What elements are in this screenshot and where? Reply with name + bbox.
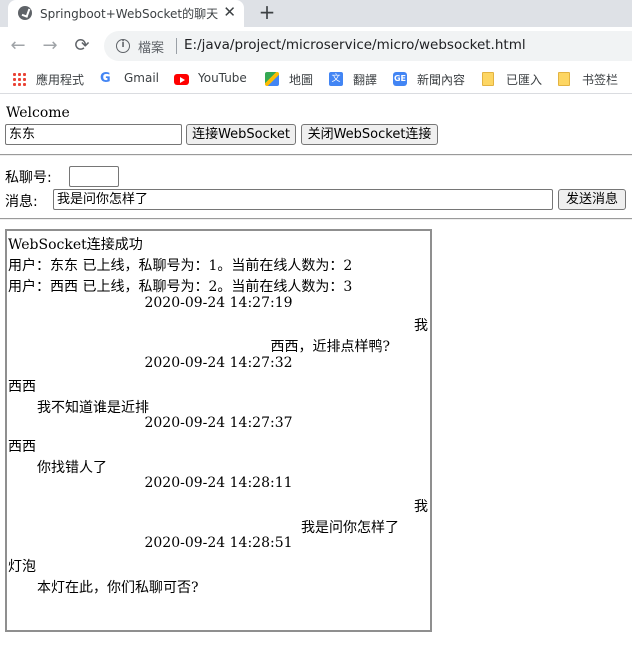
bookmark-label: Gmail [124, 71, 160, 85]
maps-icon [265, 72, 279, 86]
page-content: Welcome 东东 连接WebSocket 关闭WebSocket连接 私聊号… [0, 96, 632, 663]
message-label: 消息: [5, 194, 38, 210]
folder-icon [558, 72, 570, 86]
message-sender: 我 [414, 318, 428, 334]
bookmark-label: 翻譯 [353, 73, 378, 87]
connect-websocket-button[interactable]: 连接WebSocket [186, 124, 296, 145]
message-timestamp: 2020-09-24 14:28:51 [144, 535, 293, 551]
message-log[interactable]: WebSocket连接成功 用户：东东 已上线，私聊号为：1。当前在线人数为：2… [5, 229, 432, 632]
divider [0, 218, 632, 220]
tab-title: Springboot+WebSocket的聊天 [40, 7, 219, 21]
bookmark-label: 书签栏 [582, 73, 619, 87]
address-bar[interactable]: i 檔案 E:/java/project/microservice/micro/… [104, 31, 632, 61]
bookmark-label: 應用程式 [36, 73, 85, 87]
welcome-heading: Welcome [6, 105, 70, 121]
message-text: 我是问你怎样了 [301, 520, 399, 536]
news-icon: GE [393, 72, 407, 86]
bookmark-label: YouTube [198, 71, 247, 85]
username-input[interactable]: 东东 [5, 124, 182, 145]
back-arrow-icon[interactable]: ← [6, 34, 30, 58]
bookmarks-bar: 應用程式 G Gmail YouTube 地圖 文 翻譯 GE 新聞內容 已匯入… [0, 64, 632, 94]
new-tab-button[interactable]: + [256, 0, 278, 24]
send-message-button[interactable]: 发送消息 [558, 189, 626, 210]
browser-toolbar: ← → ⟳ i 檔案 E:/java/project/microservice/… [0, 27, 632, 64]
message-text: 我不知道谁是近排 [37, 400, 149, 416]
close-tab-icon[interactable]: ✕ [223, 3, 236, 21]
reload-icon[interactable]: ⟳ [70, 34, 94, 58]
bookmark-label: 新聞內容 [417, 73, 466, 87]
info-icon[interactable]: i [116, 39, 130, 53]
system-message: 用户：东东 已上线，私聊号为：1。当前在线人数为：2 [8, 258, 353, 274]
message-text: 西西，近排点样鸭? [270, 339, 390, 355]
message-timestamp: 2020-09-24 14:28:11 [144, 475, 293, 491]
system-message: WebSocket连接成功 [8, 237, 143, 253]
google-g-icon: G [100, 71, 111, 86]
message-text: 本灯在此，你们私聊可否? [37, 580, 199, 596]
message-sender: 西西 [8, 439, 36, 455]
bookmark-label: 已匯入 [506, 73, 543, 87]
folder-icon [482, 72, 494, 86]
message-sender: 灯泡 [8, 559, 36, 575]
apps-grid-icon [12, 72, 26, 86]
address-divider [176, 38, 177, 54]
translate-icon: 文 [329, 72, 343, 86]
message-timestamp: 2020-09-24 14:27:37 [144, 415, 293, 431]
message-sender: 我 [414, 499, 428, 515]
security-label[interactable]: 檔案 [138, 37, 164, 56]
forward-arrow-icon[interactable]: → [38, 34, 62, 58]
message-timestamp: 2020-09-24 14:27:32 [144, 355, 293, 371]
tab-strip: Springboot+WebSocket的聊天 ✕ + [0, 0, 632, 27]
private-chat-label: 私聊号: [5, 170, 52, 186]
youtube-icon [174, 74, 189, 85]
bookmark-label: 地圖 [289, 73, 314, 87]
browser-tab[interactable]: Springboot+WebSocket的聊天 ✕ [8, 0, 244, 27]
message-sender: 西西 [8, 379, 36, 395]
message-timestamp: 2020-09-24 14:27:19 [144, 295, 293, 311]
page-favicon-icon [18, 6, 32, 20]
divider [0, 154, 632, 156]
private-chat-number-input[interactable] [69, 166, 119, 187]
message-input[interactable]: 我是问你怎样了 [53, 189, 553, 210]
message-text: 你找错人了 [37, 460, 107, 476]
system-message: 用户：西西 已上线，私聊号为：2。当前在线人数为：3 [8, 279, 353, 295]
close-websocket-button[interactable]: 关闭WebSocket连接 [301, 124, 438, 145]
url-text[interactable]: E:/java/project/microservice/micro/webso… [184, 37, 526, 53]
